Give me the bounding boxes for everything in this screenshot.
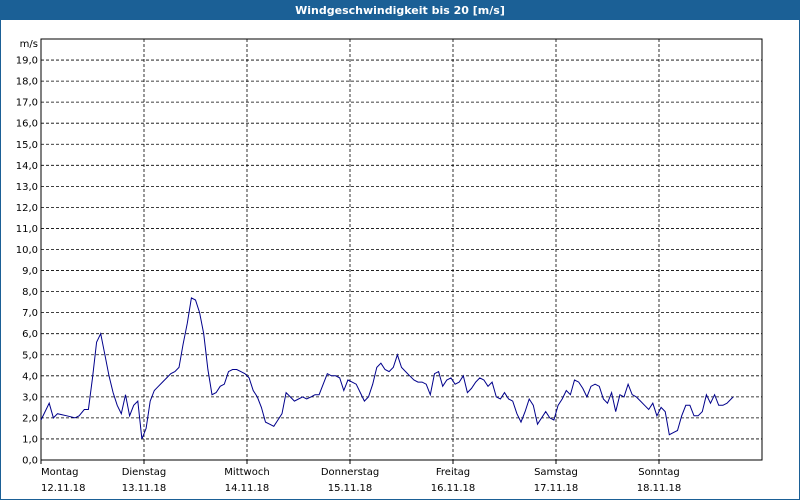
x-tick-date-label: 12.11.18 xyxy=(41,483,86,494)
label-layer: 0,0 1,0 2,0 3,0 4,0 5,0 6,0 7,0 8,0 9,0 10,0 11,0 12… xyxy=(16,39,682,494)
x-tick-date-label: 15.11.18 xyxy=(328,483,373,494)
axis-layer xyxy=(40,38,763,464)
y-tick-label: 7,0 xyxy=(22,308,38,319)
x-tick-day-label: Dienstag xyxy=(122,467,167,478)
x-tick-day-label: Mittwoch xyxy=(224,467,269,478)
chart-title: Windgeschwindigkeit bis 20 [m/s] xyxy=(295,3,505,17)
y-tick-label: 15,0 xyxy=(16,140,38,151)
y-tick-label: 0,0 xyxy=(22,456,38,467)
y-axis-unit-label: m/s xyxy=(20,39,38,50)
x-tick-date-label: 17.11.18 xyxy=(534,483,579,494)
y-tick-label: 8,0 xyxy=(22,287,38,298)
x-tick-day-label: Donnerstag xyxy=(321,467,379,478)
y-tick-label: 12,0 xyxy=(16,203,38,214)
y-tick-label: 19,0 xyxy=(16,56,38,67)
y-tick-label: 16,0 xyxy=(16,119,38,130)
grid-layer xyxy=(41,39,762,460)
y-tick-label: 5,0 xyxy=(22,350,38,361)
wind-speed-chart: 0,0 1,0 2,0 3,0 4,0 5,0 6,0 7,0 8,0 9,0 10,0 11,0 12… xyxy=(16,38,763,494)
x-tick-day-label: Freitag xyxy=(436,467,470,478)
chart-title-bar: Windgeschwindigkeit bis 20 [m/s] xyxy=(0,0,800,20)
y-tick-label: 2,0 xyxy=(22,413,38,424)
x-tick-day-label: Samstag xyxy=(534,467,578,478)
x-tick-date-label: 16.11.18 xyxy=(431,483,476,494)
y-tick-label: 13,0 xyxy=(16,182,38,193)
y-tick-label: 3,0 xyxy=(22,392,38,403)
y-tick-label: 6,0 xyxy=(22,329,38,340)
x-tick-day-label: Montag xyxy=(41,467,78,478)
x-tick-day-label: Sonntag xyxy=(638,467,680,478)
y-tick-label: 11,0 xyxy=(16,224,38,235)
x-tick-date-label: 18.11.18 xyxy=(637,483,682,494)
x-tick-date-label: 13.11.18 xyxy=(122,483,167,494)
y-tick-label: 1,0 xyxy=(22,434,38,445)
chart-frame: 0,0 1,0 2,0 3,0 4,0 5,0 6,0 7,0 8,0 9,0 10,0 11,0 12… xyxy=(0,20,800,500)
y-tick-label: 4,0 xyxy=(22,371,38,382)
y-tick-label: 18,0 xyxy=(16,77,38,88)
y-tick-label: 10,0 xyxy=(16,245,38,256)
y-tick-label: 14,0 xyxy=(16,161,38,172)
y-tick-label: 9,0 xyxy=(22,266,38,277)
y-tick-label: 17,0 xyxy=(16,98,38,109)
x-tick-date-label: 14.11.18 xyxy=(225,483,270,494)
